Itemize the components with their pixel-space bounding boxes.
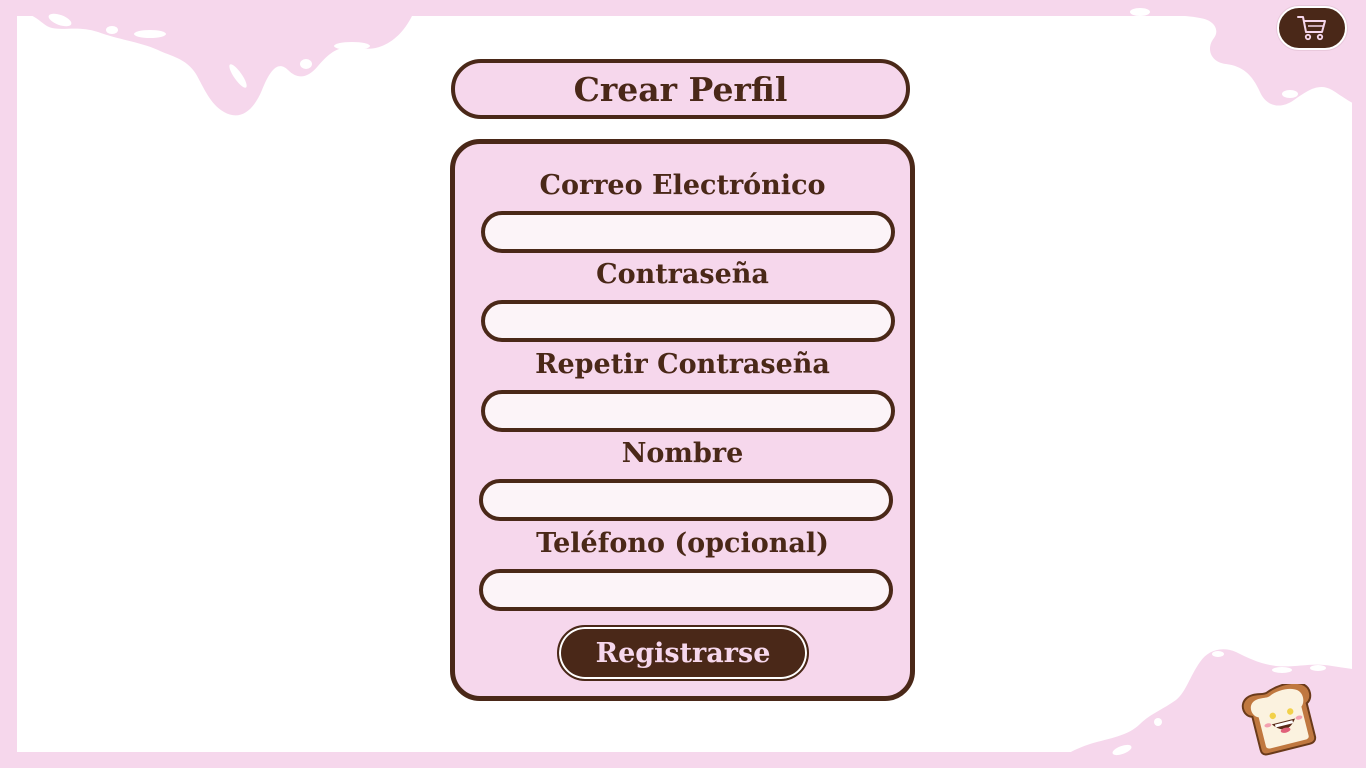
cart-button[interactable] (1277, 6, 1347, 50)
repeat-password-label: Repetir Contraseña (535, 349, 830, 380)
password-field[interactable] (481, 300, 895, 342)
repeat-password-field[interactable] (481, 390, 895, 432)
page-title: Crear Perfil (451, 59, 910, 119)
page-title-text: Crear Perfil (573, 69, 788, 109)
name-label: Nombre (621, 438, 744, 469)
smiling-toast-icon (1241, 684, 1317, 756)
register-button[interactable]: Registrarse (557, 625, 809, 681)
shopping-cart-icon (1297, 16, 1326, 41)
email-label: Correo Electrónico (539, 170, 826, 201)
phone-label: Teléfono (opcional) (536, 528, 829, 559)
page: Crear Perfil Correo Electrónico Contrase… (0, 0, 1366, 768)
password-label: Contraseña (596, 259, 769, 290)
phone-field[interactable] (479, 569, 893, 611)
register-button-label: Registrarse (595, 637, 771, 669)
registration-form: Correo Electrónico Contraseña Repetir Co… (450, 139, 915, 701)
email-field[interactable] (481, 211, 895, 253)
name-field[interactable] (479, 479, 893, 521)
